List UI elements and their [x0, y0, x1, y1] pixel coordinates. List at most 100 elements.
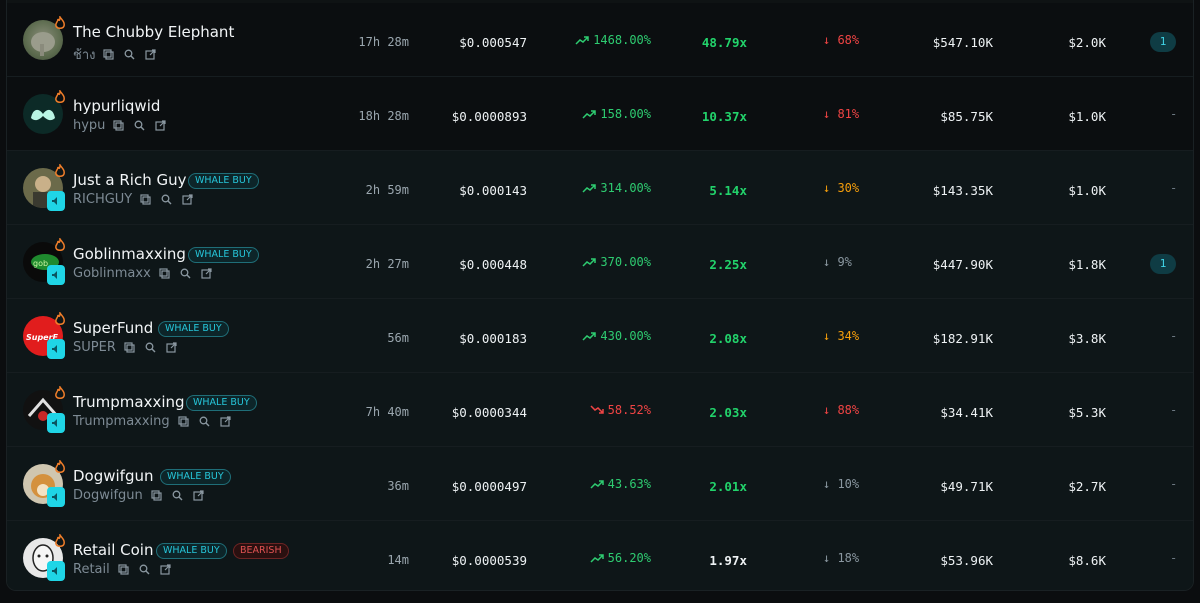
search-icon[interactable] — [134, 120, 145, 131]
flame-icon — [55, 312, 65, 325]
token-name[interactable]: SuperFund — [73, 319, 153, 337]
drawdown: ↓ 34% — [823, 329, 859, 343]
external-link-icon[interactable] — [220, 416, 231, 427]
alert-count-badge[interactable]: 1 — [1150, 254, 1176, 274]
multiple-value: 10.37x — [701, 109, 747, 124]
search-icon[interactable] — [172, 490, 183, 501]
search-icon[interactable] — [180, 268, 191, 279]
table-row[interactable]: hypurliqwid hypu 18h 28m $0.0000893 158.… — [7, 77, 1193, 151]
arrow-down-icon: ↓ — [823, 255, 838, 269]
token-name[interactable]: Goblinmaxxing — [73, 245, 186, 263]
drawdown-value: 68% — [837, 33, 860, 47]
token-age: 18h 28m — [358, 109, 409, 123]
table-row[interactable]: gob Goblinmaxxing WHALE BUY Goblinmaxx 2… — [7, 225, 1193, 299]
alert-count-empty: - — [1170, 181, 1178, 195]
token-age: 56m — [387, 331, 409, 345]
token-ticker: SUPER — [73, 340, 116, 355]
speaker-icon — [47, 487, 65, 507]
price-change: 56.20% — [590, 551, 651, 565]
drawdown: ↓ 10% — [823, 477, 859, 491]
token-price: $0.0000344 — [451, 405, 527, 420]
token-price: $0.0000539 — [451, 553, 527, 568]
volume: $2.0K — [1068, 35, 1106, 50]
alert-count-badge[interactable]: 1 — [1150, 32, 1176, 52]
external-link-icon[interactable] — [201, 268, 212, 279]
volume: $1.8K — [1068, 257, 1106, 272]
search-icon[interactable] — [139, 564, 150, 575]
copy-icon[interactable] — [113, 120, 125, 131]
price-change: 430.00% — [582, 329, 651, 343]
token-price: $0.000183 — [459, 331, 527, 346]
trend-down-icon — [590, 405, 604, 414]
speaker-icon — [47, 265, 65, 285]
external-link-icon[interactable] — [193, 490, 204, 501]
market-cap: $34.41K — [940, 405, 993, 420]
drawdown-value: 81% — [837, 107, 860, 121]
token-ticker: ช้าง — [73, 48, 96, 63]
token-name[interactable]: Trumpmaxxing — [73, 393, 185, 411]
token-price: $0.000143 — [459, 183, 527, 198]
price-change: 58.52% — [590, 403, 651, 417]
token-price: $0.0000893 — [451, 109, 527, 124]
token-ticker-line: Trumpmaxxing — [73, 414, 241, 429]
drawdown: ↓ 30% — [823, 181, 859, 195]
copy-icon[interactable] — [151, 490, 162, 501]
token-name[interactable]: Retail Coin — [73, 541, 153, 559]
copy-icon[interactable] — [118, 564, 129, 575]
trend-up-icon — [582, 184, 597, 193]
search-icon[interactable] — [145, 342, 156, 353]
multiple-value: 1.97x — [709, 553, 747, 568]
price-change-value: 314.00% — [600, 181, 651, 195]
token-ticker-line: SUPER — [73, 340, 187, 355]
flame-icon — [55, 164, 65, 177]
volume: $5.3K — [1068, 405, 1106, 420]
table-row[interactable]: Retail Coin WHALE BUY BEARISH Retail 14m… — [7, 521, 1193, 590]
table-row[interactable]: Trumpmaxxing WHALE BUY Trumpmaxxing 7h 4… — [7, 373, 1193, 447]
market-cap: $49.71K — [940, 479, 993, 494]
svg-text:gob: gob — [33, 259, 48, 268]
alert-count-empty: - — [1170, 477, 1178, 491]
arrow-down-icon: ↓ — [823, 403, 838, 417]
speaker-icon — [47, 561, 65, 581]
external-link-icon[interactable] — [155, 120, 167, 131]
table-row[interactable]: Just a Rich Guy WHALE BUY RICHGUY 2h 59m… — [7, 151, 1193, 225]
volume: $8.6K — [1068, 553, 1106, 568]
copy-icon[interactable] — [159, 268, 170, 279]
table-row[interactable]: Dogwifgun WHALE BUY Dogwifgun 36m $0.000… — [7, 447, 1193, 521]
search-icon[interactable] — [199, 416, 210, 427]
copy-icon[interactable] — [103, 49, 115, 60]
multiple-value: 48.79x — [701, 35, 747, 50]
trend-up-icon — [590, 554, 604, 563]
volume: $2.7K — [1068, 479, 1106, 494]
token-name[interactable]: hypurliqwid — [73, 97, 160, 115]
external-link-icon[interactable] — [145, 49, 157, 60]
speaker-icon — [47, 339, 65, 359]
flame-icon — [55, 238, 65, 251]
flame-icon — [55, 16, 65, 29]
table-row[interactable]: SuperF SuperFund WHALE BUY SUPER 56m $0.… — [7, 299, 1193, 373]
copy-icon[interactable] — [140, 194, 151, 205]
price-change: 314.00% — [582, 181, 651, 195]
token-table: The Chubby Elephant ช้าง 17h 28m $0.0005… — [6, 0, 1194, 591]
price-change: 1468.00% — [575, 33, 651, 47]
token-price: $0.000547 — [459, 35, 527, 50]
whale-buy-badge: WHALE BUY — [186, 395, 257, 411]
token-name[interactable]: Dogwifgun — [73, 467, 154, 485]
copy-icon[interactable] — [124, 342, 135, 353]
external-link-icon[interactable] — [182, 194, 193, 205]
arrow-down-icon: ↓ — [823, 329, 838, 343]
search-icon[interactable] — [124, 49, 135, 60]
price-change-value: 43.63% — [607, 477, 651, 491]
table-row[interactable]: The Chubby Elephant ช้าง 17h 28m $0.0005… — [7, 3, 1193, 77]
flame-icon — [55, 90, 65, 103]
external-link-icon[interactable] — [160, 564, 171, 575]
external-link-icon[interactable] — [166, 342, 177, 353]
token-name[interactable]: Just a Rich Guy — [73, 171, 186, 189]
token-ticker: RICHGUY — [73, 192, 133, 207]
copy-icon[interactable] — [178, 416, 189, 427]
search-icon[interactable] — [161, 194, 172, 205]
flame-icon — [55, 534, 65, 547]
token-name[interactable]: The Chubby Elephant — [73, 23, 234, 41]
bearish-badge: BEARISH — [233, 543, 289, 559]
drawdown: ↓ 88% — [823, 403, 859, 417]
